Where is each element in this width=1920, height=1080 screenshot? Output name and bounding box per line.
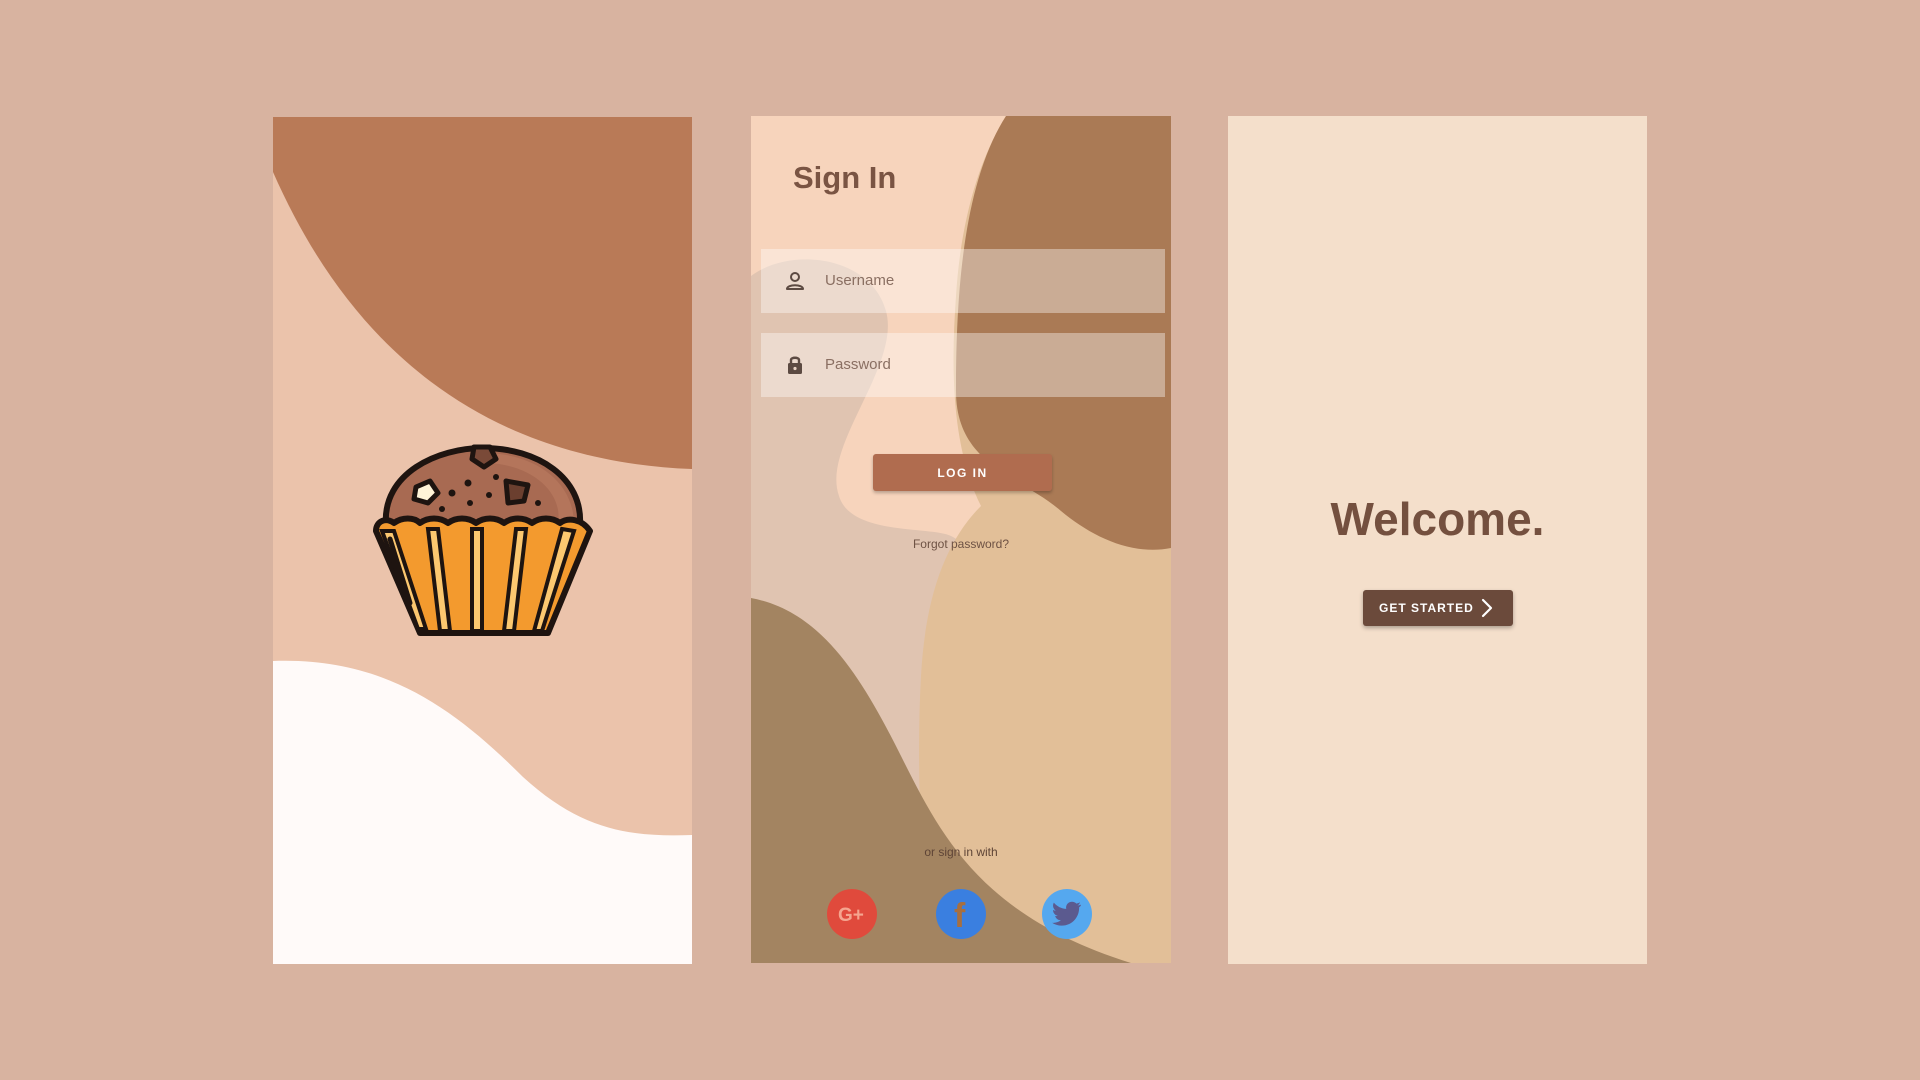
- welcome-screen: Welcome. GET STARTED: [1228, 116, 1647, 964]
- forgot-password-link[interactable]: Forgot password?: [751, 537, 1171, 551]
- get-started-button[interactable]: GET STARTED: [1363, 590, 1513, 626]
- facebook-signin-button[interactable]: f: [936, 889, 986, 939]
- twitter-signin-button[interactable]: [1042, 889, 1092, 939]
- password-field[interactable]: Password: [761, 333, 1165, 397]
- svg-text:G+: G+: [838, 905, 864, 926]
- user-icon: [786, 272, 804, 290]
- social-signin-label: or sign in with: [924, 845, 998, 859]
- password-input[interactable]: Password: [825, 356, 891, 373]
- splash-screen: [273, 117, 692, 964]
- chevron-right-icon: [1481, 598, 1493, 618]
- welcome-heading: Welcome.: [1330, 493, 1545, 545]
- cupcake-logo-icon: [373, 444, 593, 636]
- svg-text:f: f: [954, 897, 966, 931]
- google-signin-button[interactable]: G+: [827, 889, 877, 939]
- username-field[interactable]: Username: [761, 249, 1165, 313]
- page-title: Sign In: [793, 160, 897, 195]
- google-plus-icon: G+: [838, 905, 864, 926]
- facebook-icon: f: [954, 897, 966, 931]
- twitter-bird-icon: [1052, 901, 1081, 926]
- get-started-label: GET STARTED: [1379, 601, 1474, 615]
- signin-screen: Sign In Username Password LOG IN Forgot …: [751, 116, 1171, 963]
- username-input[interactable]: Username: [825, 272, 894, 289]
- lock-icon: [788, 356, 802, 374]
- login-button[interactable]: LOG IN: [873, 454, 1052, 491]
